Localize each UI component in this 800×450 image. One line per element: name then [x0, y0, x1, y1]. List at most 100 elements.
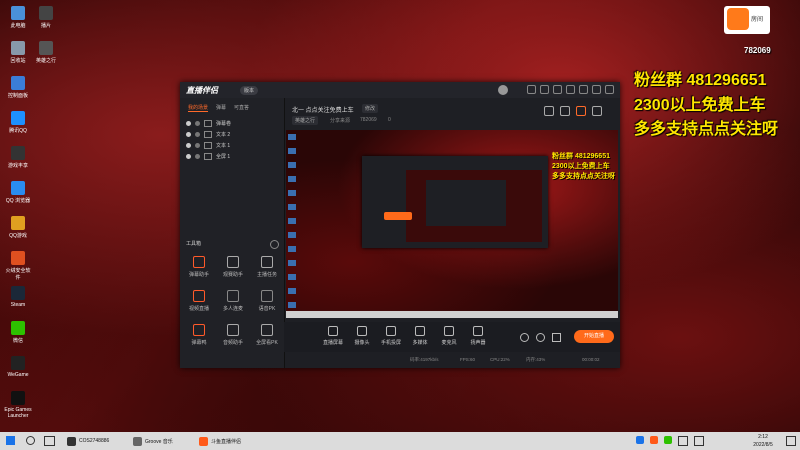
desktop-icon-label: Steam: [10, 302, 26, 308]
record-icon[interactable]: [544, 106, 554, 116]
tool-item[interactable]: 全屏看PK: [252, 324, 282, 346]
bottom-control[interactable]: 多媒体: [405, 326, 435, 346]
source-item[interactable]: 弹幕卷: [180, 118, 284, 129]
source-item[interactable]: 文本 2: [180, 129, 284, 140]
start-live-button[interactable]: 开始直播: [574, 330, 614, 343]
tool-icon: [261, 324, 273, 336]
menu-icon[interactable]: [566, 85, 575, 94]
visibility-icon[interactable]: [186, 121, 191, 126]
desktop-icon[interactable]: Epic Games Launcher: [4, 391, 32, 419]
nested-inner-window: [426, 180, 506, 226]
bottom-control[interactable]: 直播屏幕: [318, 326, 348, 346]
notification-icon[interactable]: [786, 436, 796, 446]
mic-menu-icon[interactable]: [552, 333, 561, 342]
share-icon[interactable]: [592, 106, 602, 116]
preview-toggle-icon[interactable]: [520, 333, 529, 342]
bottom-control-label: 多媒体: [412, 340, 428, 346]
task-view-icon[interactable]: [44, 436, 55, 446]
desktop-icon-image: [39, 41, 53, 55]
visibility-icon[interactable]: [186, 143, 191, 148]
lock-icon[interactable]: [195, 121, 200, 126]
tray-app-icon-1[interactable]: [636, 436, 644, 444]
tool-item[interactable]: 弹幕助手: [184, 256, 214, 278]
desktop-icon[interactable]: 回收站: [4, 41, 32, 64]
tool-label: 主播任务: [256, 272, 277, 278]
bottom-control-icon: [473, 326, 483, 336]
sidebar-tab[interactable]: 可直答: [234, 104, 249, 112]
category-tag[interactable]: 英雄之行: [292, 116, 319, 125]
tool-icon: [227, 256, 239, 268]
desktop-icon-image: [11, 76, 25, 90]
desktop-icon-label: 控制面板: [7, 93, 28, 99]
lock-icon[interactable]: [195, 132, 200, 137]
tool-item[interactable]: 主播任务: [252, 256, 282, 278]
visibility-icon[interactable]: [186, 154, 191, 159]
stream-preview[interactable]: 粉丝群 481296651 2300以上免费上车 多多支持点点关注呀: [286, 130, 618, 318]
preview-overlay-text: 粉丝群 481296651 2300以上免费上车 多多支持点点关注呀: [552, 152, 615, 182]
tool-label: 弹幕鸭: [191, 340, 207, 346]
tool-item[interactable]: 视频直播: [184, 290, 214, 312]
tray-app-icon-3[interactable]: [664, 436, 672, 444]
tool-icon: [227, 324, 239, 336]
tool-item[interactable]: 语音PK: [252, 290, 282, 312]
clock[interactable]: 2:12 2022/8/5: [748, 433, 778, 449]
edit-title-button[interactable]: 修改: [362, 104, 379, 113]
desktop-icon-label: QQ游戏: [9, 233, 27, 239]
gift-icon[interactable]: [576, 106, 586, 116]
taskbar-item[interactable]: COS2748886: [64, 435, 112, 447]
desktop-icon[interactable]: 火绒安全软件: [4, 251, 32, 281]
minimize-icon[interactable]: [579, 85, 588, 94]
preview-overlay-line-3: 多多支持点点关注呀: [552, 173, 615, 180]
bottom-control[interactable]: 手机投屏: [376, 326, 406, 346]
desktop-icon[interactable]: 此电脑: [4, 6, 32, 29]
desktop-icon[interactable]: Steam: [4, 286, 32, 308]
sidebar-tab[interactable]: 我的场景: [188, 104, 209, 112]
desktop-icon[interactable]: QQ游戏: [4, 216, 32, 239]
avatar[interactable]: [498, 85, 508, 95]
taskbar-item[interactable]: Groove 音乐: [130, 435, 176, 447]
lock-icon[interactable]: [195, 143, 200, 148]
tool-item[interactable]: 音频助手: [218, 324, 248, 346]
message-icon[interactable]: [540, 85, 549, 94]
desktop-icon-label: 播片: [40, 23, 51, 29]
bottom-control[interactable]: 扬声器: [463, 326, 493, 346]
lock-icon[interactable]: [195, 154, 200, 159]
taskbar-item[interactable]: 斗鱼直播伴侣: [196, 435, 244, 447]
source-item[interactable]: 文本 1: [180, 140, 284, 151]
sidebar-tab[interactable]: 弹幕: [216, 104, 226, 112]
desktop-icon-label: 火绒安全软件: [5, 268, 31, 281]
desktop-icon[interactable]: 游戏丰享: [4, 146, 32, 169]
maximize-icon[interactable]: [592, 85, 601, 94]
top-right-actions: [544, 106, 602, 116]
bottom-control[interactable]: 麦克风: [434, 326, 464, 346]
tool-item[interactable]: 观赛助手: [218, 256, 248, 278]
desktop-icon[interactable]: WeGame: [4, 356, 32, 378]
gear-icon[interactable]: [536, 333, 545, 342]
tool-item[interactable]: 弹幕鸭: [184, 324, 214, 346]
skin-icon[interactable]: [527, 85, 536, 94]
share-source: 分享来源: [330, 118, 351, 124]
visibility-icon[interactable]: [186, 132, 191, 137]
tray-app-icon-2[interactable]: [650, 436, 658, 444]
search-icon[interactable]: [26, 436, 35, 445]
desktop-icon[interactable]: 播片: [32, 6, 60, 29]
close-icon[interactable]: [605, 85, 614, 94]
windows-start-icon[interactable]: [6, 436, 15, 445]
tools-more-icon[interactable]: [270, 240, 279, 249]
taskbar-app-icon: [67, 436, 76, 446]
source-item[interactable]: 全屏 1: [180, 151, 284, 162]
version-badge[interactable]: 版本: [240, 86, 259, 95]
desktop-icon[interactable]: 控制面板: [4, 76, 32, 99]
network-icon[interactable]: [678, 436, 688, 446]
source-list: 弹幕卷 文本 2 文本 1 全屏 1: [180, 118, 284, 162]
desktop-icon[interactable]: 微信: [4, 321, 32, 344]
desktop-icon[interactable]: 腾讯QQ: [4, 111, 32, 134]
bottom-control[interactable]: 摄像头: [347, 326, 377, 346]
settings-icon[interactable]: [553, 85, 562, 94]
screenshot-icon[interactable]: [560, 106, 570, 116]
tool-item[interactable]: 多人连麦: [218, 290, 248, 312]
desktop-icon[interactable]: QQ 浏览器: [4, 181, 32, 204]
live-companion-window: 直播伴侣 版本 我的场景 弹幕 可直答 弹幕卷 文本 2 文本 1 全屏 1 工具箱 弹幕…: [180, 82, 620, 368]
volume-icon[interactable]: [694, 436, 704, 446]
desktop-icon[interactable]: 英雄之行: [32, 41, 60, 64]
